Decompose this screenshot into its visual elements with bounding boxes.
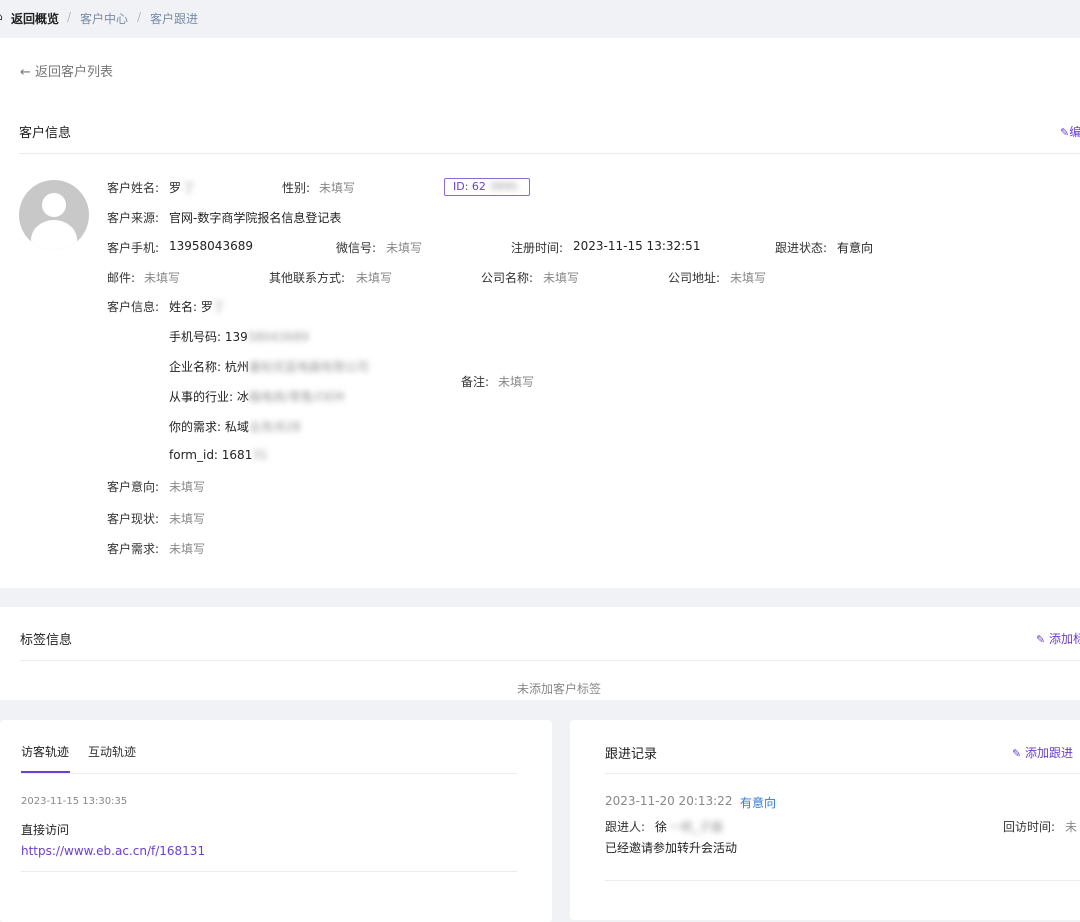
phone-value: 13958043689: [169, 239, 253, 253]
wechat-label: 微信号:: [336, 241, 377, 255]
breadcrumb-bar: ⌂ 返回概览 / 客户中心 / 客户跟进: [0, 0, 1080, 38]
info-label: 客户信息:: [107, 300, 160, 314]
info-line: 你的需求: 私域业务/B2B: [169, 420, 302, 434]
info-line: 手机号码: 13958043689: [169, 330, 309, 344]
email-label: 邮件:: [107, 271, 136, 285]
need-value: 未填写: [169, 542, 206, 556]
address-value: 未填写: [730, 271, 767, 285]
tab-interaction-trail[interactable]: 互动轨迹: [88, 743, 136, 760]
customer-name-label: 客户姓名:: [107, 181, 160, 195]
follow-time: 2023-11-20 20:13:22: [605, 794, 733, 808]
follow-person-masked: 一帆_子器: [669, 820, 724, 834]
visit-time: 2023-11-15 13:30:35: [21, 796, 128, 807]
pencil-icon: ✎: [1060, 126, 1070, 139]
divider: [21, 871, 517, 872]
email-value: 未填写: [144, 271, 181, 285]
other-contact-value: 未填写: [356, 271, 393, 285]
breadcrumb-customer-follow: 客户跟进: [150, 12, 199, 26]
status-value: 未填写: [169, 512, 206, 526]
intent-value: 未填写: [169, 480, 206, 494]
customer-name-masked: 丁: [183, 181, 196, 195]
gender-label: 性别:: [282, 181, 311, 195]
revisit-time-value: 未: [1065, 820, 1078, 834]
divider: [21, 773, 517, 774]
gender-value: 未填写: [319, 181, 356, 195]
reg-time-value: 2023-11-15 13:32:51: [573, 239, 701, 253]
info-line: 企业名称: 杭州曼松优蓝电器有限公司: [169, 360, 369, 374]
status-label: 客户现状:: [107, 512, 160, 526]
visit-url-link[interactable]: https://www.eb.ac.cn/f/168131: [21, 844, 205, 858]
other-contact-label: 其他联系方式:: [269, 271, 346, 285]
company-value: 未填写: [543, 271, 580, 285]
tags-empty-text: 未添加客户标签: [517, 682, 602, 696]
breadcrumb-home[interactable]: 返回概览: [11, 10, 59, 27]
add-follow-button[interactable]: ✎ 添加跟进: [1012, 744, 1073, 761]
source-label: 客户来源:: [107, 211, 160, 225]
info-line: 姓名: 罗丁: [169, 300, 225, 314]
follow-status-tag: 有意向: [740, 796, 777, 810]
home-icon[interactable]: ⌂: [0, 10, 3, 23]
remark-value: 未填写: [498, 375, 535, 389]
follow-status-label: 跟进状态:: [775, 241, 828, 255]
breadcrumb-separator: /: [137, 10, 142, 24]
info-line: 从事的行业: 冰箱电商/零售/OEM: [169, 390, 345, 404]
visit-type: 直接访问: [21, 823, 70, 837]
source-value: 官网-数字商学院报名信息登记表: [169, 211, 342, 225]
address-label: 公司地址:: [668, 271, 721, 285]
divider: [605, 880, 1080, 881]
info-line: form_id: 168131: [169, 448, 268, 462]
phone-label: 客户手机:: [107, 241, 160, 255]
customer-id-badge: ID: 62 3890: [444, 178, 530, 196]
edit-button[interactable]: ✎编: [1060, 123, 1080, 140]
divider: [20, 660, 1080, 661]
follow-record-title: 跟进记录: [605, 747, 658, 762]
company-label: 公司名称:: [481, 271, 534, 285]
follow-content: 已经邀请参加转升会活动: [605, 841, 738, 855]
need-label: 客户需求:: [107, 542, 160, 556]
divider: [19, 153, 1080, 154]
customer-info-card: [0, 38, 1080, 588]
revisit-time-label: 回访时间:: [1003, 820, 1056, 834]
intent-label: 客户意向:: [107, 480, 160, 494]
follow-person-label: 跟进人:: [605, 820, 646, 834]
customer-info-title: 客户信息: [19, 126, 72, 141]
pencil-icon: ✎: [1012, 747, 1022, 760]
breadcrumb-customer-center[interactable]: 客户中心: [80, 10, 128, 27]
visitor-trail-card: [0, 720, 552, 922]
tab-visitor-trail[interactable]: 访客轨迹: [21, 743, 69, 760]
avatar: [19, 180, 89, 250]
tags-title: 标签信息: [20, 633, 73, 648]
remark-label: 备注:: [461, 375, 490, 389]
add-tag-button[interactable]: ✎ 添加标: [1036, 630, 1080, 647]
follow-person-value: 徐: [655, 820, 668, 834]
back-to-list-link[interactable]: ← 返回客户列表: [20, 61, 113, 80]
breadcrumb-separator: /: [67, 10, 72, 24]
follow-status-value: 有意向: [837, 241, 874, 255]
wechat-value: 未填写: [386, 241, 423, 255]
pencil-icon: ✎: [1036, 633, 1046, 646]
reg-time-label: 注册时间:: [511, 241, 564, 255]
divider: [605, 773, 1080, 774]
customer-name-value: 罗: [169, 181, 182, 195]
